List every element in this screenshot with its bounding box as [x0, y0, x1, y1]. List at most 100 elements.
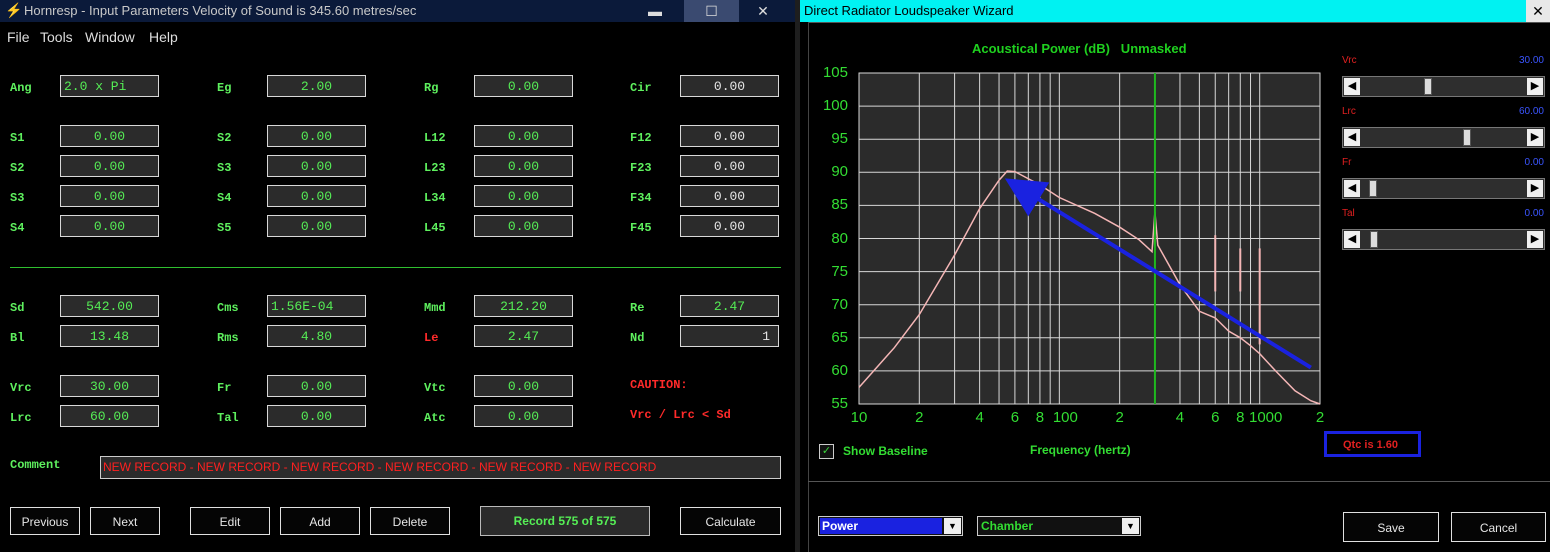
menu-window[interactable]: Window	[85, 29, 135, 45]
save-button[interactable]: Save	[1343, 512, 1439, 542]
param-label: S1	[10, 131, 25, 145]
plot-type-value: Power	[820, 518, 942, 534]
param-field[interactable]: 0.00	[474, 405, 573, 427]
y-tick-label: 95	[831, 130, 848, 148]
slider-label: Vrc	[1342, 55, 1357, 66]
param-field[interactable]: 0.00	[680, 155, 779, 177]
menu-help[interactable]: Help	[149, 29, 178, 45]
maximize-button[interactable]: ☐	[684, 0, 739, 22]
arrow-right-icon[interactable]: ▶	[1527, 78, 1543, 95]
param-field[interactable]: 0.00	[474, 155, 573, 177]
calculate-button[interactable]: Calculate	[680, 507, 781, 535]
add-button[interactable]: Add	[280, 507, 360, 535]
param-label: S4	[10, 221, 25, 235]
param-field[interactable]: 0.00	[680, 185, 779, 207]
menu-tools[interactable]: Tools	[40, 29, 73, 45]
chevron-down-icon: ▼	[1122, 518, 1139, 534]
param-field[interactable]: 0.00	[680, 125, 779, 147]
param-field[interactable]: 0.00	[60, 155, 159, 177]
show-baseline-label: Show Baseline	[843, 444, 928, 458]
param-field[interactable]: 0.00	[474, 375, 573, 397]
x-tick-label: 2	[915, 409, 924, 426]
y-tick-label: 70	[831, 295, 848, 313]
cancel-button[interactable]: Cancel	[1451, 512, 1546, 542]
enclosure-select[interactable]: Chamber ▼	[977, 516, 1141, 536]
param-field[interactable]: 0.00	[474, 185, 573, 207]
param-field[interactable]: 0.00	[267, 155, 366, 177]
param-label: F45	[630, 221, 652, 235]
param-field[interactable]: 2.00	[267, 75, 366, 97]
arrow-right-icon[interactable]: ▶	[1527, 180, 1543, 197]
menu-file[interactable]: File	[7, 29, 30, 45]
arrow-left-icon[interactable]: ◀	[1344, 231, 1360, 248]
app-bolt-icon: ⚡	[5, 2, 23, 18]
previous-button[interactable]: Previous	[10, 507, 80, 535]
bottom-divider	[808, 481, 1550, 482]
menu-bar: File Tools Window Help	[0, 26, 795, 48]
edit-button[interactable]: Edit	[190, 507, 270, 535]
param-label: Le	[424, 331, 439, 345]
arrow-left-icon[interactable]: ◀	[1344, 78, 1360, 95]
y-tick-label: 100	[822, 97, 848, 115]
param-field[interactable]: 0.00	[474, 215, 573, 237]
param-field[interactable]: 0.00	[474, 125, 573, 147]
param-field[interactable]: 0.00	[474, 75, 573, 97]
param-field[interactable]: 0.00	[267, 375, 366, 397]
enclosure-value: Chamber	[981, 519, 1034, 533]
param-field[interactable]: 212.20	[474, 295, 573, 317]
param-label: Eg	[217, 81, 232, 95]
slider-label: Tal	[1342, 208, 1355, 219]
slider-track[interactable]: ◀ ▶	[1342, 229, 1545, 250]
arrow-right-icon[interactable]: ▶	[1527, 129, 1543, 146]
param-field[interactable]: 2.47	[680, 295, 779, 317]
param-field[interactable]: 0.00	[267, 125, 366, 147]
plot-type-select[interactable]: Power ▼	[818, 516, 963, 536]
param-field[interactable]: 0.00	[680, 75, 779, 97]
param-field[interactable]: 542.00	[60, 295, 159, 317]
param-field[interactable]: 0.00	[267, 185, 366, 207]
param-label: F12	[630, 131, 652, 145]
y-tick-label: 90	[831, 163, 848, 181]
param-field[interactable]: 0.00	[60, 215, 159, 237]
param-label: Vtc	[424, 381, 446, 395]
param-label: Mmd	[424, 301, 446, 315]
chevron-down-icon: ▼	[944, 518, 961, 534]
slider-track[interactable]: ◀ ▶	[1342, 127, 1545, 148]
x-tick-label: 4	[975, 409, 984, 426]
param-field[interactable]: 1.56E-04	[267, 295, 366, 317]
slider-thumb[interactable]	[1370, 231, 1379, 248]
qtc-highlight-box: Qtc is 1.60	[1324, 431, 1421, 457]
param-field[interactable]: 2.0 x Pi	[60, 75, 159, 97]
param-field[interactable]: 0.00	[267, 405, 366, 427]
slider-track[interactable]: ◀ ▶	[1342, 178, 1545, 199]
slider-track[interactable]: ◀ ▶	[1342, 76, 1545, 97]
comment-field[interactable]: NEW RECORD - NEW RECORD - NEW RECORD - N…	[100, 456, 781, 479]
param-field[interactable]: 0.00	[680, 215, 779, 237]
param-label: Ang	[10, 81, 32, 95]
y-tick-label: 80	[831, 229, 848, 247]
delete-button[interactable]: Delete	[370, 507, 450, 535]
slider-value: 60.00	[1518, 106, 1544, 117]
param-field[interactable]: 0.00	[267, 215, 366, 237]
arrow-right-icon[interactable]: ▶	[1527, 231, 1543, 248]
param-label: Bl	[10, 331, 25, 345]
param-field[interactable]: 1	[680, 325, 779, 347]
param-field[interactable]: 4.80	[267, 325, 366, 347]
param-field[interactable]: 0.00	[60, 185, 159, 207]
param-field[interactable]: 13.48	[60, 325, 159, 347]
slider-thumb[interactable]	[1368, 180, 1377, 197]
param-field[interactable]: 2.47	[474, 325, 573, 347]
slider-thumb[interactable]	[1463, 129, 1472, 146]
y-tick-label: 60	[831, 361, 848, 379]
close-button[interactable]: ✕	[742, 0, 784, 22]
slider-thumb[interactable]	[1423, 78, 1432, 95]
param-label: Cir	[630, 81, 652, 95]
param-field[interactable]: 30.00	[60, 375, 159, 397]
minimize-button[interactable]: ▬	[634, 0, 676, 22]
show-baseline-checkbox[interactable]: ✓	[819, 444, 834, 459]
param-field[interactable]: 60.00	[60, 405, 159, 427]
arrow-left-icon[interactable]: ◀	[1344, 180, 1360, 197]
next-button[interactable]: Next	[90, 507, 160, 535]
arrow-left-icon[interactable]: ◀	[1344, 129, 1360, 146]
param-field[interactable]: 0.00	[60, 125, 159, 147]
